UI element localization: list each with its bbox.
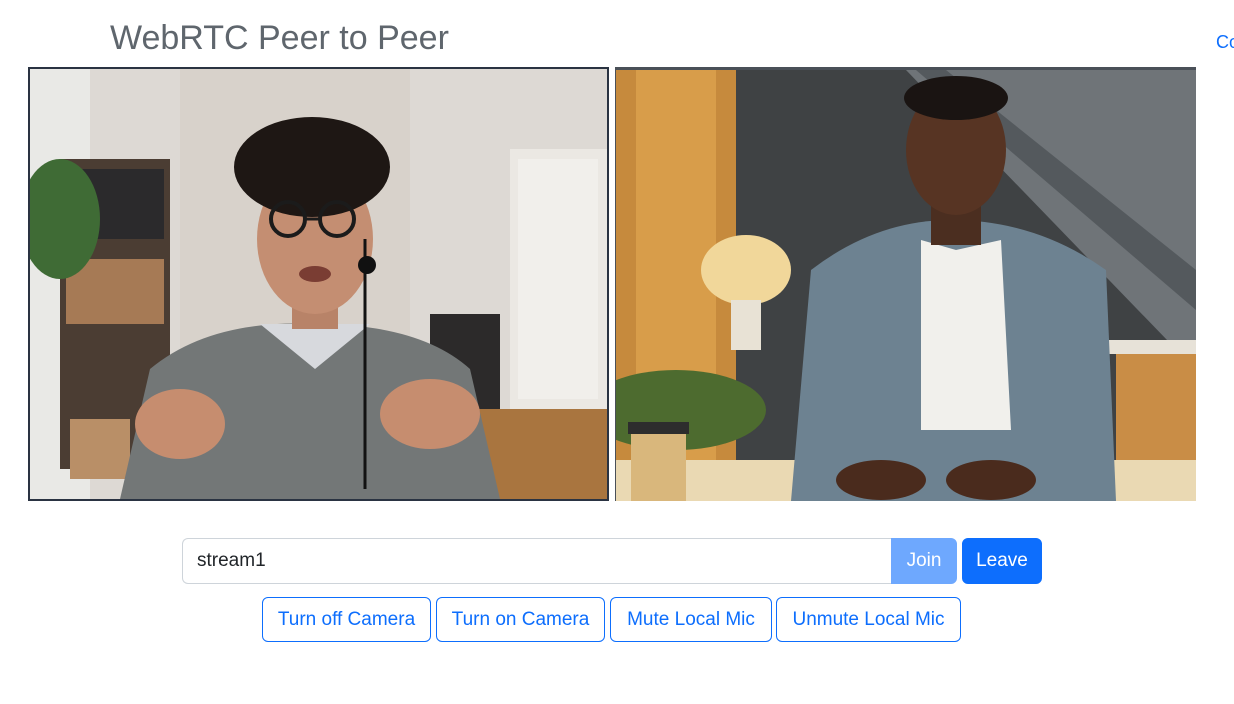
local-video-frame — [30, 69, 607, 499]
turn-off-camera-button[interactable]: Turn off Camera — [262, 597, 431, 642]
unmute-local-mic-button[interactable]: Unmute Local Mic — [776, 597, 961, 642]
room-id-input[interactable] — [182, 538, 892, 584]
leave-button[interactable]: Leave — [962, 538, 1042, 584]
page-title: WebRTC Peer to Peer — [110, 19, 449, 57]
corner-link[interactable]: Co — [1216, 30, 1234, 54]
remote-video — [615, 67, 1196, 501]
remote-video-frame — [616, 70, 1196, 501]
mute-local-mic-button[interactable]: Mute Local Mic — [610, 597, 772, 642]
local-video — [28, 67, 609, 501]
join-button[interactable]: Join — [891, 538, 957, 584]
turn-on-camera-button[interactable]: Turn on Camera — [436, 597, 605, 642]
